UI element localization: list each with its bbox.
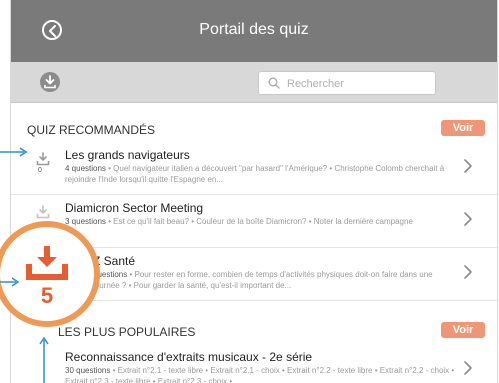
quiz-description: 3 questions • Est ce qu'il fait beau? • …: [65, 217, 413, 226]
download-icon[interactable]: [36, 205, 50, 219]
chevron-right-icon: [464, 361, 472, 375]
quiz-description: questions • Pour rester en forme, combie…: [93, 270, 433, 290]
chevron-right-icon: [464, 159, 472, 173]
quiz-title: Reconnaissance d'extraits musicaux - 2e …: [65, 350, 313, 364]
download-icon[interactable]: [36, 152, 50, 166]
annotation-arrow-right: [0, 147, 28, 157]
quiz-title: Les grands navigateurs: [65, 148, 190, 162]
section-title: LES PLUS POPULAIRES: [58, 325, 196, 339]
voir-button[interactable]: Voir: [441, 322, 485, 338]
nav-bar: Portail des quiz: [11, 0, 497, 62]
app-window: Portail des quiz QUIZ RECOMMANDÉS Voir 0: [10, 0, 498, 383]
quiz-title: Diamicron Sector Meeting: [65, 201, 204, 215]
search-box[interactable]: [258, 71, 436, 95]
download-button[interactable]: [40, 72, 60, 92]
voir-button[interactable]: Voir: [441, 120, 485, 136]
section-title: QUIZ RECOMMANDÉS: [27, 123, 156, 137]
list-item[interactable]: 0 Les grands navigateurs 4 questions • Q…: [11, 142, 497, 195]
download-count: 0: [38, 167, 42, 174]
section-header-recommended: QUIZ RECOMMANDÉS Voir: [27, 120, 487, 140]
annotation-arrow-right: [0, 277, 20, 287]
quiz-description: 30 questions • Extrait n°2.1 - texte lib…: [65, 366, 455, 383]
page-title: Portail des quiz: [199, 21, 309, 38]
search-icon: [268, 77, 280, 89]
download-icon: [26, 246, 68, 280]
toolbar: [11, 62, 497, 103]
annotation-arrow-up: [39, 336, 49, 383]
search-input[interactable]: [285, 75, 429, 93]
section-header-popular: LES PLUS POPULAIRES Voir: [27, 322, 487, 342]
quiz-description: 4 questions • Quel navigateur italien a …: [65, 164, 445, 184]
list-item[interactable]: Reconnaissance d'extraits musicaux - 2e …: [11, 344, 497, 383]
chevron-right-icon: [464, 212, 472, 226]
chevron-right-icon: [464, 265, 472, 279]
download-icon: [44, 75, 56, 89]
